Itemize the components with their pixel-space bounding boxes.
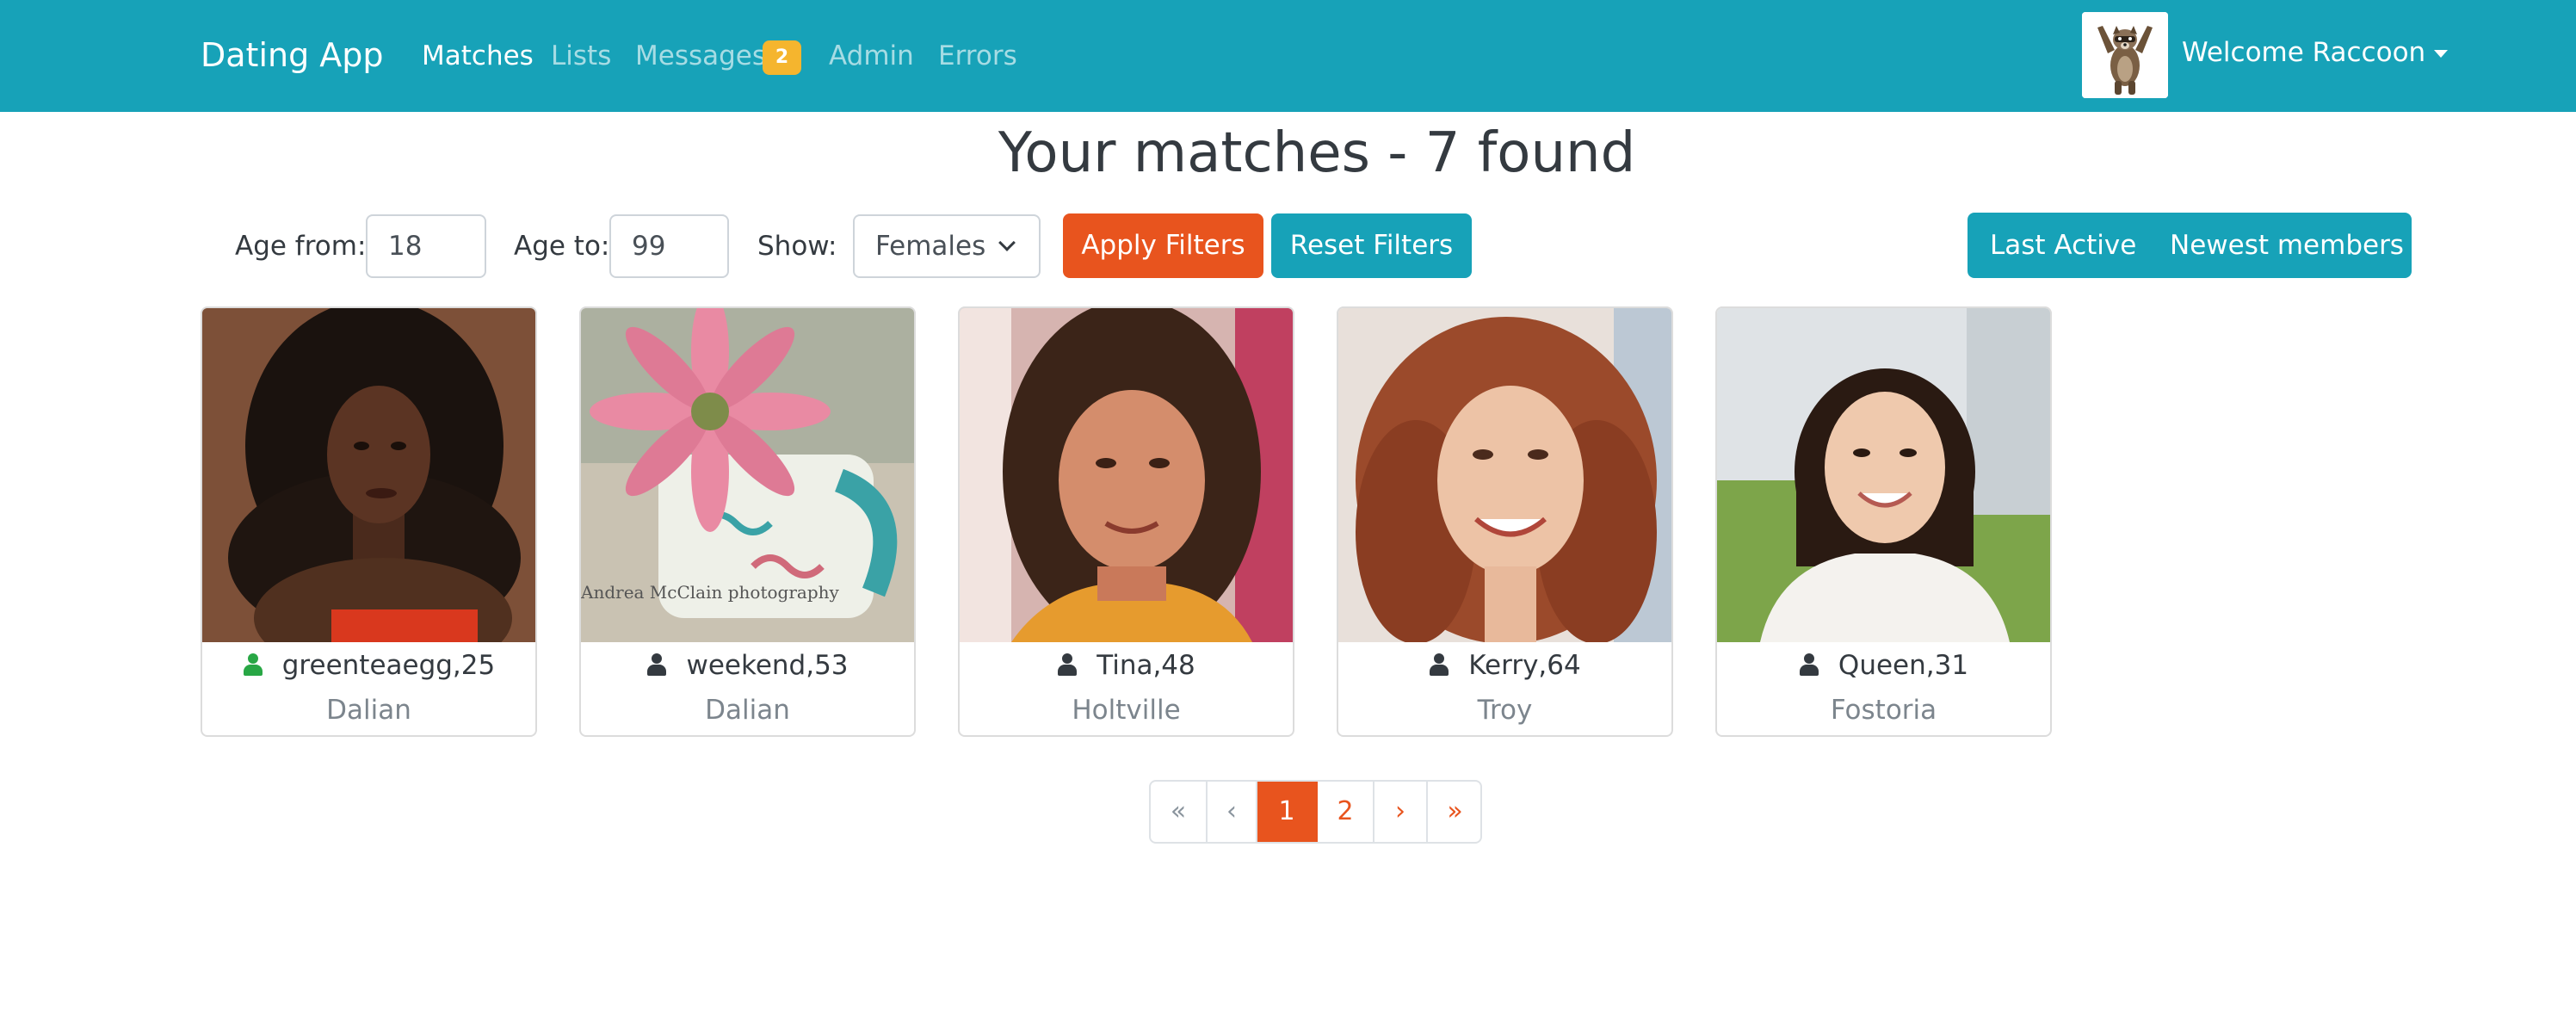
member-photo[interactable]: [1717, 308, 2050, 642]
member-photo-image: [1717, 308, 2050, 642]
age-from-input[interactable]: [366, 214, 486, 278]
brand-link[interactable]: Dating App: [201, 31, 384, 79]
page-title: Your matches - 7 found: [998, 121, 1636, 185]
member-photo-image: [202, 308, 535, 642]
member-photo[interactable]: [960, 308, 1293, 642]
page-1-button[interactable]: 1: [1257, 782, 1318, 842]
sort-button-group: Last Active Newest members: [1968, 213, 2412, 278]
member-photo[interactable]: Andrea McClain photography: [581, 308, 914, 642]
member-name: weekend,53: [581, 647, 914, 684]
nav-link-admin[interactable]: Admin: [829, 38, 914, 74]
page-2-button[interactable]: 2: [1318, 782, 1374, 842]
chevron-down-icon: [998, 234, 1016, 251]
member-name: Queen,31: [1717, 647, 2050, 684]
user-icon: [1799, 653, 1819, 676]
page-first-button[interactable]: «: [1151, 782, 1208, 842]
apply-filters-button[interactable]: Apply Filters: [1063, 213, 1263, 278]
member-city: Holtville: [1072, 695, 1181, 726]
member-name: greenteaegg,25: [202, 647, 535, 684]
user-menu-toggle[interactable]: Welcome Raccoon: [2182, 34, 2449, 71]
user-icon: [1057, 653, 1078, 676]
member-name-text: Tina,48: [1096, 650, 1195, 681]
member-name: Kerry,64: [1338, 647, 1671, 684]
member-photo[interactable]: [202, 308, 535, 642]
raccoon-avatar-icon: [2082, 12, 2168, 98]
member-city: Dalian: [705, 695, 790, 726]
member-card[interactable]: Kerry,64 Troy: [1337, 306, 1673, 737]
age-to-label: Age to:: [514, 231, 610, 262]
age-to-input[interactable]: [609, 214, 729, 278]
member-card[interactable]: Queen,31 Fostoria: [1715, 306, 2052, 737]
member-city: Fostoria: [1830, 695, 1937, 726]
member-city: Dalian: [326, 695, 411, 726]
reset-filters-button[interactable]: Reset Filters: [1271, 213, 1472, 278]
show-label: Show:: [757, 231, 837, 262]
nav-link-errors[interactable]: Errors: [938, 38, 1017, 74]
member-card[interactable]: Andrea McClain photography weekend,53 Da…: [579, 306, 916, 737]
member-card[interactable]: Tina,48 Holtville: [958, 306, 1294, 737]
page-prev-button[interactable]: ‹: [1208, 782, 1257, 842]
photo-watermark: Andrea McClain photography: [581, 582, 839, 603]
gender-select-value: Females: [875, 231, 986, 262]
page-last-button[interactable]: »: [1428, 782, 1480, 842]
nav-link-matches[interactable]: Matches: [422, 38, 534, 74]
sort-newest-members-button[interactable]: Newest members: [2170, 213, 2404, 278]
member-name: Tina,48: [960, 647, 1293, 684]
gender-select[interactable]: Females: [853, 214, 1041, 278]
user-icon: [646, 653, 667, 676]
nav-link-lists[interactable]: Lists: [551, 38, 611, 74]
member-photo-image: [960, 308, 1293, 642]
messages-unread-badge: 2: [763, 40, 801, 75]
member-photo-image: [1338, 308, 1671, 642]
pagination: « ‹ 1 2 › »: [1149, 780, 1482, 844]
navbar: Dating App Matches Lists Messages 2 Admi…: [0, 0, 2576, 112]
member-name-text: Queen,31: [1838, 650, 1969, 681]
user-icon: [1429, 653, 1449, 676]
welcome-text: Welcome Raccoon: [2182, 37, 2426, 68]
page-next-button[interactable]: ›: [1374, 782, 1428, 842]
user-avatar[interactable]: [2082, 12, 2168, 98]
member-name-text: Kerry,64: [1468, 650, 1581, 681]
caret-down-icon: [2434, 50, 2449, 58]
member-card[interactable]: greenteaegg,25 Dalian: [201, 306, 537, 737]
user-online-icon: [243, 653, 263, 676]
member-city: Troy: [1477, 695, 1533, 726]
age-from-label: Age from:: [235, 231, 367, 262]
member-name-text: greenteaegg,25: [281, 650, 496, 681]
member-photo[interactable]: [1338, 308, 1671, 642]
nav-link-messages[interactable]: Messages: [635, 38, 766, 74]
sort-last-active-button[interactable]: Last Active: [1990, 213, 2136, 278]
member-name-text: weekend,53: [686, 650, 849, 681]
